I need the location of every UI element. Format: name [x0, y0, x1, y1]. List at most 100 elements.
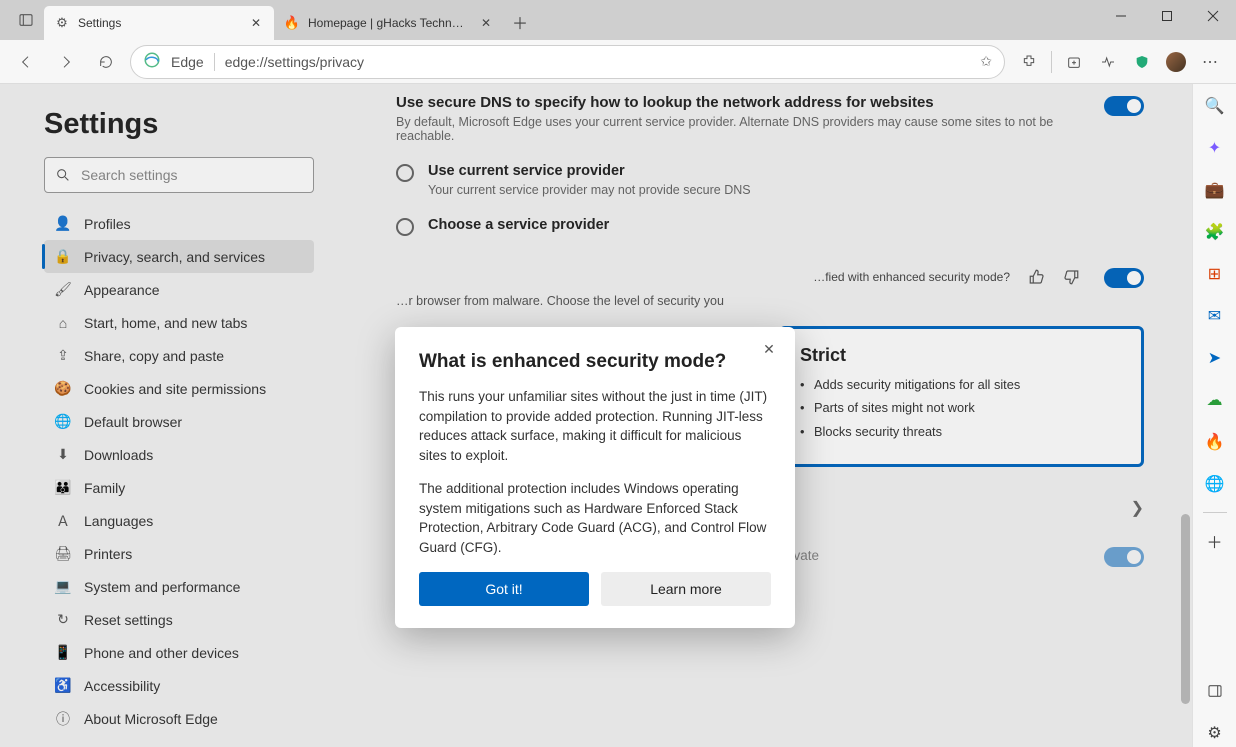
sidebar-item-label: Reset settings: [84, 612, 173, 628]
sidebar-item-accessibility[interactable]: ♿Accessibility: [44, 669, 314, 702]
appearance-icon: 🖌: [54, 281, 72, 298]
sidebar-tools-icon[interactable]: 💼: [1201, 176, 1229, 204]
close-tab-icon[interactable]: ✕: [478, 15, 494, 31]
about-icon: ⓘ: [54, 709, 72, 729]
shield-icon[interactable]: [1126, 46, 1158, 78]
sidebar-item-start-home-and-new-tabs[interactable]: ⌂Start, home, and new tabs: [44, 306, 314, 339]
sidebar-item-label: Appearance: [84, 282, 160, 298]
sidebar-item-appearance[interactable]: 🖌 Appearance: [44, 273, 314, 306]
sidebar-item-downloads[interactable]: ⬇ Downloads: [44, 438, 314, 471]
sidebar-item-family[interactable]: 👪 Family: [44, 471, 314, 504]
sidebar-item-label: Start, home, and new tabs: [84, 315, 247, 331]
close-tab-icon[interactable]: ✕: [248, 15, 264, 31]
thumbs-up-icon[interactable]: [1026, 266, 1048, 288]
url-text: edge://settings/privacy: [225, 54, 971, 70]
performance-icon[interactable]: [1092, 46, 1124, 78]
sidebar-send-icon[interactable]: ➤: [1201, 344, 1229, 372]
scrollbar-thumb[interactable]: [1181, 514, 1190, 704]
settings-search-input[interactable]: Search settings: [44, 157, 314, 193]
sidebar-discover-icon[interactable]: ✦: [1201, 134, 1229, 162]
sidebar-search-icon[interactable]: 🔍: [1201, 92, 1229, 120]
sidebar-item-about-microsoft-edge[interactable]: ⓘ About Microsoft Edge: [44, 702, 314, 735]
search-placeholder: Search settings: [81, 167, 178, 183]
address-bar[interactable]: Edge edge://settings/privacy ✩: [130, 45, 1005, 79]
sidebar-item-share-copy-and-paste[interactable]: ⇪ Share, copy and paste: [44, 339, 314, 372]
edge-logo-icon: [143, 51, 161, 72]
family-icon: 👪: [54, 479, 72, 496]
tab-actions-button[interactable]: [8, 4, 44, 36]
dialog-close-icon[interactable]: ✕: [757, 337, 781, 361]
back-button[interactable]: [10, 46, 42, 78]
sidebar-item-default-browser[interactable]: 🌐Default browser: [44, 405, 314, 438]
sidebar-hide-icon[interactable]: [1201, 677, 1229, 705]
sidebar-item-label: Family: [84, 480, 125, 496]
sidebar-item-privacy-search-and-services[interactable]: 🔒Privacy, search, and services: [44, 240, 314, 273]
thumbs-down-icon[interactable]: [1060, 266, 1082, 288]
sidebar-item-label: Profiles: [84, 216, 131, 232]
secure-dns-toggle[interactable]: [1104, 96, 1144, 116]
titlebar: ⚙ Settings ✕ 🔥 Homepage | gHacks Technol…: [0, 0, 1236, 40]
enhanced-security-toggle[interactable]: [1104, 268, 1144, 288]
sidebar-games-icon[interactable]: 🧩: [1201, 218, 1229, 246]
enhanced-security-dialog: ✕ What is enhanced security mode? This r…: [395, 327, 795, 628]
dialog-paragraph-1: This runs your unfamiliar sites without …: [419, 387, 771, 465]
more-menu-icon[interactable]: ⋯: [1194, 46, 1226, 78]
toolbar: Edge edge://settings/privacy ✩ ⋯: [0, 40, 1236, 84]
close-window-button[interactable]: [1190, 0, 1236, 32]
sidebar-item-phone-and-other-devices[interactable]: 📱Phone and other devices: [44, 636, 314, 669]
favorite-icon[interactable]: ✩: [980, 53, 992, 70]
forward-button[interactable]: [50, 46, 82, 78]
system-icon: 💻: [54, 578, 72, 595]
strict-card[interactable]: Strict Adds security mitigations for all…: [779, 326, 1144, 467]
cookies-icon: 🍪: [54, 380, 72, 397]
languages-icon: Ａ: [54, 511, 72, 531]
scrollbar[interactable]: [1180, 84, 1190, 747]
dialog-learn-more-button[interactable]: Learn more: [601, 572, 771, 606]
refresh-button[interactable]: [90, 46, 122, 78]
sidebar-globe-icon[interactable]: 🌐: [1201, 470, 1229, 498]
sidebar-ghacks-icon[interactable]: 🔥: [1201, 428, 1229, 456]
separator: [214, 53, 215, 71]
dns-option-current[interactable]: Use current service provider Your curren…: [396, 163, 1144, 197]
extensions-icon[interactable]: [1013, 46, 1045, 78]
sidebar-settings-icon[interactable]: ⚙: [1201, 719, 1229, 747]
new-tab-button[interactable]: ＋: [504, 6, 536, 38]
sidebar-item-cookies-and-site-permissions[interactable]: 🍪Cookies and site permissions: [44, 372, 314, 405]
strict-bullet: Parts of sites might not work: [800, 399, 1123, 416]
share-icon: ⇪: [54, 347, 72, 364]
dialog-got-it-button[interactable]: Got it!: [419, 572, 589, 606]
sidebar-item-languages[interactable]: Ａ Languages: [44, 504, 314, 537]
sidebar-item-reset-settings[interactable]: ↻ Reset settings: [44, 603, 314, 636]
inprivate-toggle[interactable]: [1104, 547, 1144, 567]
lock-icon: 🔒: [54, 248, 72, 265]
secure-dns-title: Use secure DNS to specify how to lookup …: [396, 94, 1064, 111]
sidebar-item-label: Share, copy and paste: [84, 348, 224, 364]
sidebar-office-icon[interactable]: ⊞: [1201, 260, 1229, 288]
profile-avatar[interactable]: [1160, 46, 1192, 78]
settings-sidebar: Settings Search settings 👤Profiles🔒Priva…: [0, 84, 340, 747]
gear-icon: ⚙: [54, 15, 70, 31]
sidebar-item-label: Languages: [84, 513, 153, 529]
tab-label: Settings: [78, 16, 240, 30]
sidebar-item-profiles[interactable]: 👤 Profiles: [44, 207, 314, 240]
reset-icon: ↻: [54, 611, 72, 628]
collections-icon[interactable]: [1058, 46, 1090, 78]
download-icon: ⬇: [54, 446, 72, 463]
sidebar-item-label: Accessibility: [84, 678, 160, 694]
sidebar-add-icon[interactable]: ＋: [1201, 527, 1229, 555]
sidebar-item-label: Downloads: [84, 447, 153, 463]
minimize-button[interactable]: [1098, 0, 1144, 32]
sidebar-outlook-icon[interactable]: ✉: [1201, 302, 1229, 330]
sidebar-item-label: About Microsoft Edge: [84, 711, 218, 727]
dns-option-choose[interactable]: Choose a service provider: [396, 217, 1144, 236]
tab-settings[interactable]: ⚙ Settings ✕: [44, 6, 274, 40]
strict-bullet: Blocks security threats: [800, 423, 1123, 440]
profile-icon: 👤: [54, 215, 72, 232]
sidebar-drop-icon[interactable]: ☁: [1201, 386, 1229, 414]
maximize-button[interactable]: [1144, 0, 1190, 32]
tab-ghacks[interactable]: 🔥 Homepage | gHacks Technology ✕: [274, 6, 504, 40]
sidebar-item-printers[interactable]: 🖨Printers: [44, 537, 314, 570]
tab-label: Homepage | gHacks Technology: [308, 16, 470, 30]
printer-icon: 🖨: [54, 545, 72, 562]
sidebar-item-system-and-performance[interactable]: 💻System and performance: [44, 570, 314, 603]
